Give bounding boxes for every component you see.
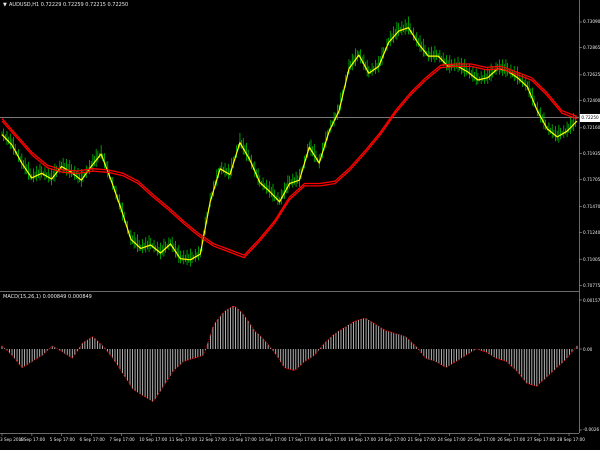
time-tick-label: 14 Sep 17:00: [258, 437, 287, 442]
macd-tick-label: 0.00: [583, 346, 593, 352]
price-tick-label: 0.71705: [583, 177, 600, 183]
time-tick-label: 24 Sep 17:00: [437, 437, 466, 442]
price-tick-label: 0.73090: [583, 19, 600, 25]
macd-indicator-title: MACD(15,26,1) 0.000849 0.000849: [3, 294, 92, 300]
macd-tick-label: -0.0026: [583, 427, 600, 432]
chart-symbol-title: AUDUSD,H1 0.72229 0.72259 0.72215 0.7225…: [9, 2, 129, 8]
price-tick-label: 0.71005: [583, 256, 600, 262]
macd-tick-label: 0.0015735: [583, 297, 600, 303]
macd-signal-line: [1, 305, 578, 403]
triangle-down-icon[interactable]: ▼: [3, 2, 7, 8]
chart-canvas[interactable]: [0, 0, 600, 450]
price-tick-label: 0.71935: [583, 150, 600, 156]
price-tick-label: 0.71470: [583, 203, 600, 209]
time-tick-label: 4 Sep 17:00: [19, 437, 46, 442]
moving-average-line-upper: [1, 63, 578, 256]
time-tick-label: 19 Sep 17:00: [348, 437, 377, 442]
time-tick-label: 7 Sep 17:00: [109, 437, 135, 442]
current-price-badge: 0.72250: [580, 113, 600, 122]
price-tick-label: 0.72625: [583, 72, 600, 78]
time-tick-label: 25 Sep 17:00: [467, 437, 496, 442]
time-tick-label: 10 Sep 17:00: [139, 437, 168, 442]
time-tick-label: 13 Sep 17:00: [228, 437, 257, 442]
time-tick-label: 11 Sep 17:00: [169, 437, 197, 442]
time-tick-label: 12 Sep 17:00: [198, 437, 227, 442]
time-tick-label: 5 Sep 17:00: [49, 437, 75, 442]
time-tick-label: 28 Sep 17:00: [557, 437, 585, 442]
time-tick-label: 20 Sep 17:00: [377, 437, 406, 442]
time-tick-label: 26 Sep 17:00: [497, 437, 526, 442]
time-tick-label: 18 Sep 17:00: [318, 437, 347, 442]
price-tick-label: 0.71240: [583, 230, 600, 235]
price-tick-label: 0.72865: [583, 45, 600, 51]
time-tick-label: 6 Sep 17:00: [79, 437, 105, 442]
price-tick-label: 0.72160: [583, 125, 600, 131]
moving-average-line-lower: [1, 65, 578, 259]
time-tick-label: 17 Sep 17:00: [288, 437, 317, 442]
time-tick-label: 21 Sep 17:00: [407, 437, 436, 442]
price-tick-label: 0.70775: [583, 282, 600, 288]
price-tick-label: 0.72400: [583, 97, 600, 103]
time-tick-label: 27 Sep 17:00: [527, 437, 556, 442]
price-line: [1, 27, 578, 261]
mt4-chart-window: ▼ AUDUSD,H1 0.72229 0.72259 0.72215 0.72…: [0, 0, 600, 450]
